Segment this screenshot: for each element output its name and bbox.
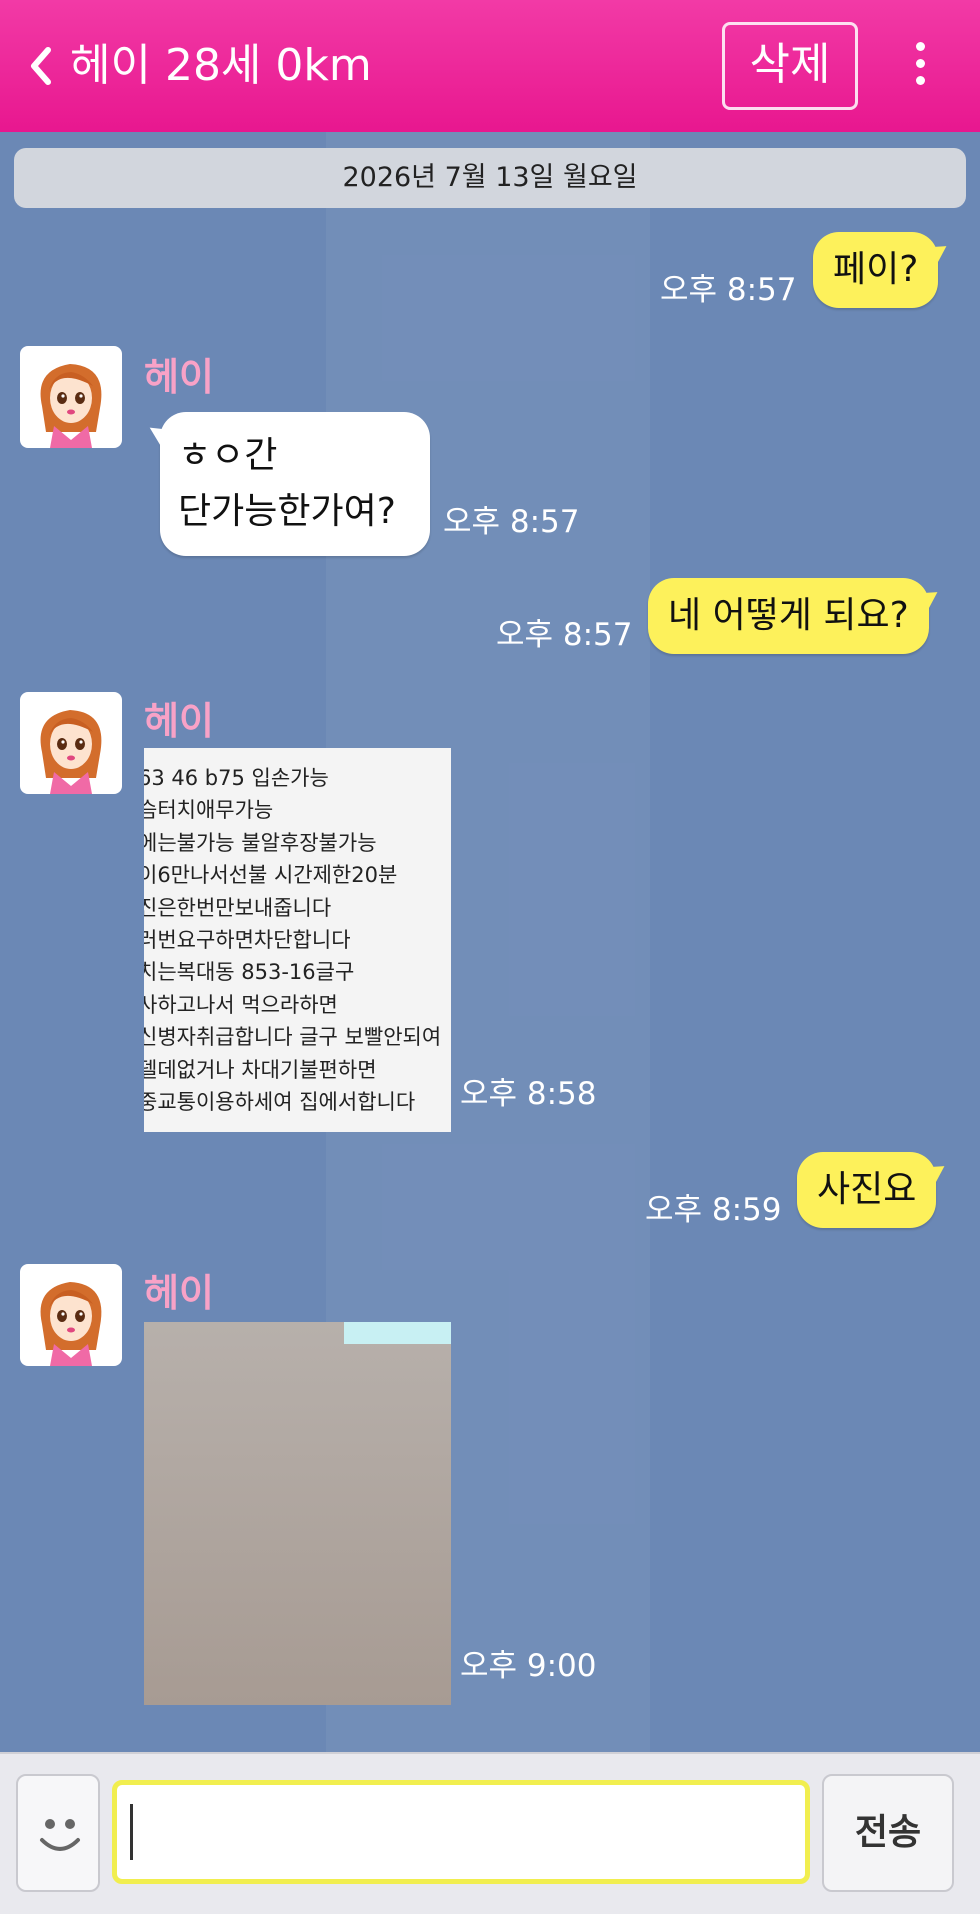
sender-name: 헤이 [144, 699, 214, 743]
my-message-bubble[interactable]: 네 어떻게 되요? [648, 578, 929, 654]
message-line: ㅎㅇ간 [178, 435, 278, 476]
avatar[interactable] [20, 692, 122, 794]
my-message-bubble[interactable]: 페이? [813, 232, 939, 308]
message-time: 오후 8:59 [645, 1192, 782, 1228]
their-message-bubble[interactable]: ㅎㅇ간 단가능한가여? [160, 412, 430, 556]
image-text-line: 신병자취급합니다 글구 보빨안되여 [144, 1025, 442, 1050]
send-button[interactable]: 전송 [822, 1774, 954, 1892]
photo-message[interactable] [144, 1322, 451, 1705]
message-input-bar: 전송 [0, 1752, 980, 1914]
message-time: 오후 8:57 [443, 504, 580, 540]
date-separator: 2026년 7월 13일 월요일 [14, 148, 966, 208]
image-text-line: 치는복대동 853-16글구 [144, 960, 355, 985]
my-message-bubble[interactable]: 사진요 [797, 1152, 937, 1228]
message-line: 단가능한가여? [178, 491, 396, 532]
photo-image [144, 1322, 451, 1705]
image-message[interactable]: 63 46 b75 입손가능 슴터치애무가능 에는불가능 불알후장불가능 이6만… [144, 748, 451, 1132]
image-text-line: 진은한번만보내줍니다 [144, 895, 332, 920]
image-text-line: 슴터치애무가능 [144, 798, 274, 823]
image-text-line: 63 46 b75 입손가능 [144, 766, 329, 790]
delete-button[interactable]: 삭제 [722, 22, 858, 110]
girl-avatar-icon [40, 710, 102, 794]
message-time: 오후 8:58 [460, 1076, 597, 1112]
chat-header: 헤이 28세 0km 삭제 [0, 0, 980, 132]
text-cursor [130, 1804, 133, 1860]
more-options-icon[interactable] [908, 42, 932, 90]
image-text-line: 사하고나서 먹으라하면 [144, 992, 338, 1017]
avatar[interactable] [20, 1264, 122, 1366]
image-text-line: 델데없거나 차대기불편하면 [144, 1057, 377, 1082]
back-arrow-icon[interactable] [26, 44, 56, 88]
message-time: 오후 8:57 [496, 617, 633, 653]
image-text-line: 러번요구하면차단합니다 [144, 928, 351, 953]
chat-area[interactable]: 2026년 7월 13일 월요일 오후 8:57 페이? 헤이 ㅎㅇ간 단가능한… [0, 132, 980, 1752]
image-text-line: 에는불가능 불알후장불가능 [144, 830, 377, 855]
sender-name: 헤이 [144, 355, 214, 399]
emoticon-button[interactable] [16, 1774, 100, 1892]
image-text-line: 중교통이용하세여 집에서합니다 [144, 1090, 416, 1115]
avatar[interactable] [20, 346, 122, 448]
smiley-icon [40, 1819, 80, 1851]
message-input[interactable] [112, 1780, 810, 1884]
sender-name: 헤이 [144, 1271, 214, 1315]
image-text-line: 이6만나서선불 시간제한20분 [144, 863, 398, 888]
girl-avatar-icon [40, 364, 102, 448]
chat-title: 헤이 28세 0km [70, 40, 372, 91]
girl-avatar-icon [40, 1282, 102, 1366]
message-time: 오후 9:00 [460, 1648, 597, 1684]
message-time: 오후 8:57 [660, 272, 797, 308]
